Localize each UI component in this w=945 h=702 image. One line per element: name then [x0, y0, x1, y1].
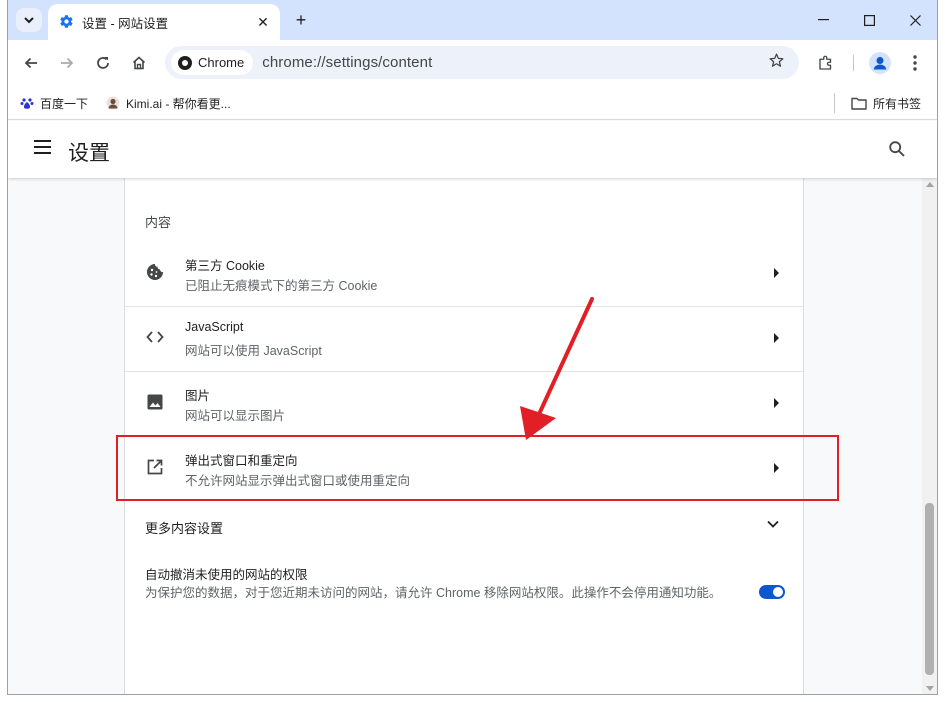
image-icon — [147, 394, 163, 410]
browser-window: 设置 - 网站设置 ✕ + Chrome chrome://settings/c… — [7, 0, 938, 695]
auto-revoke-toggle[interactable] — [759, 585, 785, 599]
puzzle-icon — [819, 55, 832, 70]
arrow-forward-icon — [61, 57, 74, 69]
baidu-icon — [20, 98, 34, 109]
url-text[interactable]: chrome://settings/content — [262, 54, 432, 71]
scroll-thumb[interactable] — [925, 503, 934, 675]
row-title: JavaScript — [185, 320, 244, 334]
bookmark-label: Kimi.ai - 帮你看更... — [126, 96, 231, 111]
folder-icon — [851, 97, 867, 110]
new-tab-button[interactable]: + — [290, 9, 312, 31]
arrow-back-icon — [24, 57, 37, 69]
back-button[interactable] — [20, 52, 42, 74]
more-content-settings[interactable]: 更多内容设置 — [145, 518, 223, 537]
settings-gear-icon — [58, 14, 74, 30]
bookmark-kimi[interactable]: Kimi.ai - 帮你看更... — [106, 93, 231, 113]
row-images[interactable]: 图片 网站可以显示图片 — [125, 371, 803, 436]
chrome-logo-icon — [178, 55, 192, 70]
bookmarks-bar: 百度一下 Kimi.ai - 帮你看更... 所有书签 — [8, 86, 937, 120]
chrome-chip-label: Chrome — [198, 55, 245, 70]
row-subtitle: 已阻止无痕模式下的第三方 Cookie — [185, 279, 378, 293]
chevron-right-icon — [774, 268, 779, 278]
kimi-icon — [106, 96, 120, 110]
hamburger-menu-icon[interactable] — [34, 140, 51, 154]
profile-avatar[interactable] — [869, 52, 891, 74]
code-icon — [146, 331, 164, 343]
person-icon — [873, 57, 887, 70]
close-window-button[interactable] — [892, 0, 937, 40]
bookmarks-separator — [834, 93, 835, 113]
reload-button[interactable] — [92, 52, 114, 74]
chrome-site-chip[interactable]: Chrome — [171, 50, 254, 75]
active-tab[interactable]: 设置 - 网站设置 ✕ — [48, 4, 280, 40]
close-icon — [909, 14, 921, 26]
chevron-right-icon — [774, 333, 779, 343]
all-bookmarks-label: 所有书签 — [873, 96, 922, 111]
extensions-button[interactable] — [815, 52, 837, 74]
tab-close-icon[interactable]: ✕ — [254, 13, 272, 31]
search-icon[interactable] — [888, 140, 906, 158]
minimize-button[interactable] — [800, 0, 846, 40]
minimize-icon — [817, 19, 829, 21]
menu-button[interactable] — [904, 52, 926, 74]
auto-revoke-description: 为保护您的数据，对于您近期未访问的网站，请允许 Chrome 移除网站权限。此操… — [145, 586, 722, 600]
cookie-icon — [147, 264, 163, 280]
auto-revoke-title: 自动撤消未使用的网站的权限 — [145, 568, 308, 582]
reload-icon — [97, 57, 109, 69]
scroll-up-arrow-icon[interactable] — [926, 182, 934, 187]
home-icon — [132, 56, 146, 70]
page-title: 设置 — [68, 142, 110, 165]
tab-title: 设置 - 网站设置 — [82, 16, 169, 31]
chevron-right-icon — [774, 398, 779, 408]
address-bar[interactable]: Chrome chrome://settings/content — [165, 46, 799, 79]
tab-search-button[interactable] — [16, 8, 42, 32]
row-title: 第三方 Cookie — [185, 259, 265, 273]
chevron-down-icon — [24, 16, 34, 23]
bookmark-star-icon[interactable] — [768, 52, 785, 74]
maximize-icon — [863, 14, 875, 26]
tab-strip: 设置 - 网站设置 ✕ + — [8, 0, 937, 40]
bookmark-label: 百度一下 — [40, 96, 89, 111]
toolbar: Chrome chrome://settings/content — [8, 40, 937, 86]
maximize-button[interactable] — [846, 0, 892, 40]
all-bookmarks-button[interactable]: 所有书签 — [851, 93, 921, 113]
row-subtitle: 网站可以使用 JavaScript — [185, 344, 322, 358]
row-subtitle: 网站可以显示图片 — [185, 409, 286, 423]
toolbar-separator — [853, 55, 854, 71]
settings-header: 设置 — [8, 121, 937, 178]
expand-more-icon[interactable] — [767, 520, 779, 528]
row-javascript[interactable]: JavaScript 网站可以使用 JavaScript — [125, 306, 803, 371]
row-third-party-cookies[interactable]: 第三方 Cookie 已阻止无痕模式下的第三方 Cookie — [125, 241, 803, 306]
toggle-knob — [773, 587, 783, 597]
row-title: 图片 — [185, 389, 211, 403]
scrollbar[interactable] — [922, 178, 937, 694]
bookmark-baidu[interactable]: 百度一下 — [20, 93, 88, 113]
more-vert-icon — [913, 55, 917, 71]
home-button[interactable] — [128, 52, 150, 74]
highlight-box — [116, 435, 839, 501]
section-title: 内容 — [145, 215, 172, 230]
scroll-down-arrow-icon[interactable] — [926, 686, 934, 691]
forward-button[interactable] — [56, 52, 78, 74]
